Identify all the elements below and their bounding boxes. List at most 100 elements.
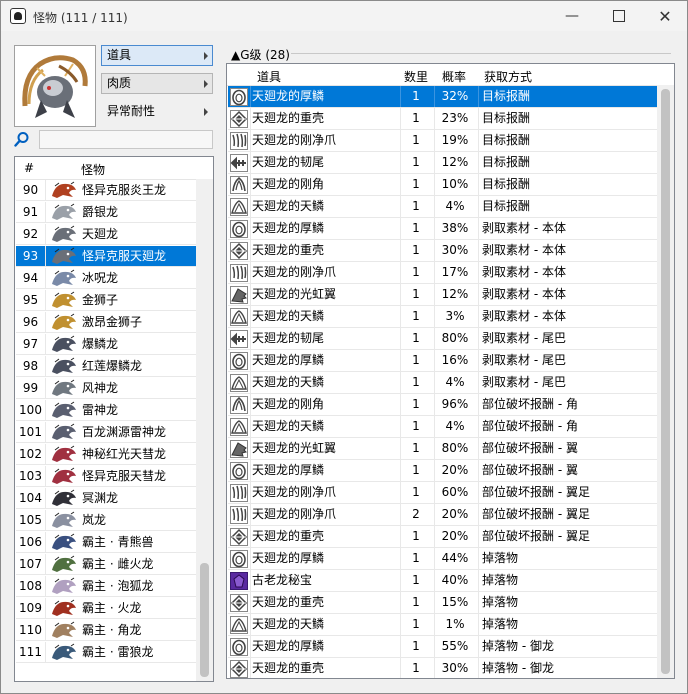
tail-item-icon [230,330,248,348]
item-quantity: 1 [412,221,420,235]
item-row[interactable]: 天廻龙的光虹翼 1 12% 剥取素材 - 本体 [228,284,659,306]
close-button[interactable]: ✕ [642,1,687,31]
item-row[interactable]: 天廻龙的重壳 1 30% 剥取素材 - 本体 [228,240,659,262]
monster-list-header: # 怪物 [15,157,213,180]
monster-row[interactable]: 109 霸主 · 火龙 [16,598,197,619]
item-row[interactable]: 天廻龙的厚鳞 1 38% 剥取素材 - 本体 [228,218,659,240]
monster-row[interactable]: 102 神秘红光天彗龙 [16,444,197,465]
item-row[interactable]: 天廻龙的刚角 1 10% 目标报酬 [228,174,659,196]
column-divider [478,460,479,481]
monster-row[interactable]: 90 怪异克服炎王龙 [16,180,197,201]
monster-row[interactable]: 94 冰呪龙 [16,268,197,289]
item-row[interactable]: 天廻龙的刚角 1 96% 部位破坏报酬 - 角 [228,394,659,416]
monster-row[interactable]: 110 霸主 · 角龙 [16,620,197,641]
column-divider [434,416,435,437]
item-list[interactable]: 道具 数里 概率 获取方式 天廻龙的厚鳞 1 32% 目标报酬 天廻龙的重壳 1 23% 目标… [226,63,675,679]
item-row[interactable]: 天廻龙的厚鳞 1 55% 掉落物 - 御龙 [228,636,659,658]
monster-name: 激昂金狮子 [82,315,143,329]
column-header-rate[interactable]: 概率 [442,68,466,85]
monster-number: 101 [16,422,46,442]
monster-row[interactable]: 95 金狮子 [16,290,197,311]
item-rate: 32% [441,89,469,103]
item-quantity: 1 [412,551,420,565]
monster-name: 冰呪龙 [82,271,119,285]
item-row[interactable]: 天廻龙的重壳 1 23% 目标报酬 [228,108,659,130]
monster-number: 109 [16,598,46,618]
item-method: 部位破坏报酬 - 翼足 [482,485,590,499]
column-divider [250,504,251,525]
monster-row[interactable]: 106 霸主 · 青熊兽 [16,532,197,553]
monster-number: 100 [16,400,46,420]
item-quantity: 1 [412,617,420,631]
search-input[interactable] [39,130,213,149]
item-row[interactable]: 天廻龙的厚鳞 1 44% 掉落物 [228,548,659,570]
group-divider [291,53,671,54]
monster-row[interactable]: 96 激昂金狮子 [16,312,197,333]
column-header-number[interactable]: # [24,161,34,175]
monster-row[interactable]: 101 百龙渊源雷神龙 [16,422,197,443]
mantle-item-icon [230,374,248,392]
monster-number: 94 [16,268,46,288]
monster-row[interactable]: 99 风神龙 [16,378,197,399]
item-row[interactable]: 天廻龙的厚鳞 1 20% 部位破坏报酬 - 翼 [228,460,659,482]
item-row[interactable]: 天廻龙的天鳞 1 1% 掉落物 [228,614,659,636]
monster-number: 102 [16,444,46,464]
maximize-button[interactable] [596,1,642,31]
item-method: 剥取素材 - 尾巴 [482,353,566,367]
scrollbar-thumb[interactable] [661,89,670,674]
item-row[interactable]: 天廻龙的重壳 1 15% 掉落物 [228,592,659,614]
monster-row[interactable]: 100 雷神龙 [16,400,197,421]
item-row[interactable]: 天廻龙的刚净爪 1 19% 目标报酬 [228,130,659,152]
monster-row[interactable]: 91 爵银龙 [16,202,197,223]
scrollbar-thumb[interactable] [200,563,209,677]
column-divider [478,614,479,635]
monster-row[interactable]: 111 霸主 · 雷狼龙 [16,642,197,663]
item-row[interactable]: 天廻龙的重壳 1 20% 部位破坏报酬 - 翼足 [228,526,659,548]
item-row[interactable]: 天廻龙的重壳 1 30% 掉落物 - 御龙 [228,658,659,678]
item-row[interactable]: 天廻龙的厚鳞 1 16% 剥取素材 - 尾巴 [228,350,659,372]
item-row[interactable]: 天廻龙的刚净爪 2 20% 部位破坏报酬 - 翼足 [228,504,659,526]
tab-ailment-resist[interactable]: 异常耐性 [101,101,213,122]
monster-list-scrollbar[interactable] [196,179,213,681]
item-row[interactable]: 天廻龙的天鳞 1 4% 部位破坏报酬 - 角 [228,416,659,438]
monster-row[interactable]: 92 天廻龙 [16,224,197,245]
monster-row[interactable]: 97 爆鳞龙 [16,334,197,355]
tab-hitzones[interactable]: 肉质 [101,73,213,94]
monster-row[interactable]: 103 怪异克服天彗龙 [16,466,197,487]
item-row[interactable]: 天廻龙的天鳞 1 4% 剥取素材 - 尾巴 [228,372,659,394]
monster-row[interactable]: 98 红莲爆鳞龙 [16,356,197,377]
monster-row[interactable]: 108 霸主 · 泡狐龙 [16,576,197,597]
claw-item-icon [230,264,248,282]
item-rate: 20% [441,507,469,521]
monster-list[interactable]: # 怪物 90 怪异克服炎王龙 91 爵银龙 92 天廻龙 93 怪异克服天廻龙 94 冰呪龙 95… [14,156,214,682]
item-method: 掉落物 [482,573,519,587]
column-header-item[interactable]: 道具 [257,68,281,85]
item-row[interactable]: 天廻龙的天鳞 1 3% 剥取素材 - 本体 [228,306,659,328]
column-header-monster[interactable]: 怪物 [81,161,105,178]
monster-row[interactable]: 104 冥渊龙 [16,488,197,509]
column-divider [478,218,479,239]
group-label[interactable]: ▲G级 (28) [231,46,293,63]
column-header-method[interactable]: 获取方式 [484,68,532,85]
shell-item-icon [230,528,248,546]
item-row[interactable]: 天廻龙的刚净爪 1 60% 部位破坏报酬 - 翼足 [228,482,659,504]
monster-row[interactable]: 107 霸主 · 雌火龙 [16,554,197,575]
minimize-button[interactable]: — [549,1,595,31]
column-header-quantity[interactable]: 数里 [404,68,428,85]
item-row[interactable]: 天廻龙的韧尾 1 80% 剥取素材 - 尾巴 [228,328,659,350]
item-row[interactable]: 古老龙秘宝 1 40% 掉落物 [228,570,659,592]
item-row[interactable]: 天廻龙的天鳞 1 4% 目标报酬 [228,196,659,218]
monster-row[interactable]: 93 怪异克服天廻龙 [16,246,197,267]
monster-row[interactable]: 105 岚龙 [16,510,197,531]
item-row[interactable]: 天廻龙的光虹翼 1 80% 部位破坏报酬 - 翼 [228,438,659,460]
item-row[interactable]: 天廻龙的韧尾 1 12% 目标报酬 [228,152,659,174]
monster-number: 92 [16,224,46,244]
mantle-item-icon [230,418,248,436]
tab-items[interactable]: 道具 [101,45,213,66]
item-list-scrollbar[interactable] [657,85,674,678]
item-row[interactable]: 天廻龙的刚净爪 1 17% 剥取素材 - 本体 [228,262,659,284]
item-rate: 80% [441,441,469,455]
item-row[interactable]: 天廻龙的厚鳞 1 32% 目标报酬 [228,86,659,108]
item-rate: 17% [441,265,469,279]
column-divider [478,196,479,217]
